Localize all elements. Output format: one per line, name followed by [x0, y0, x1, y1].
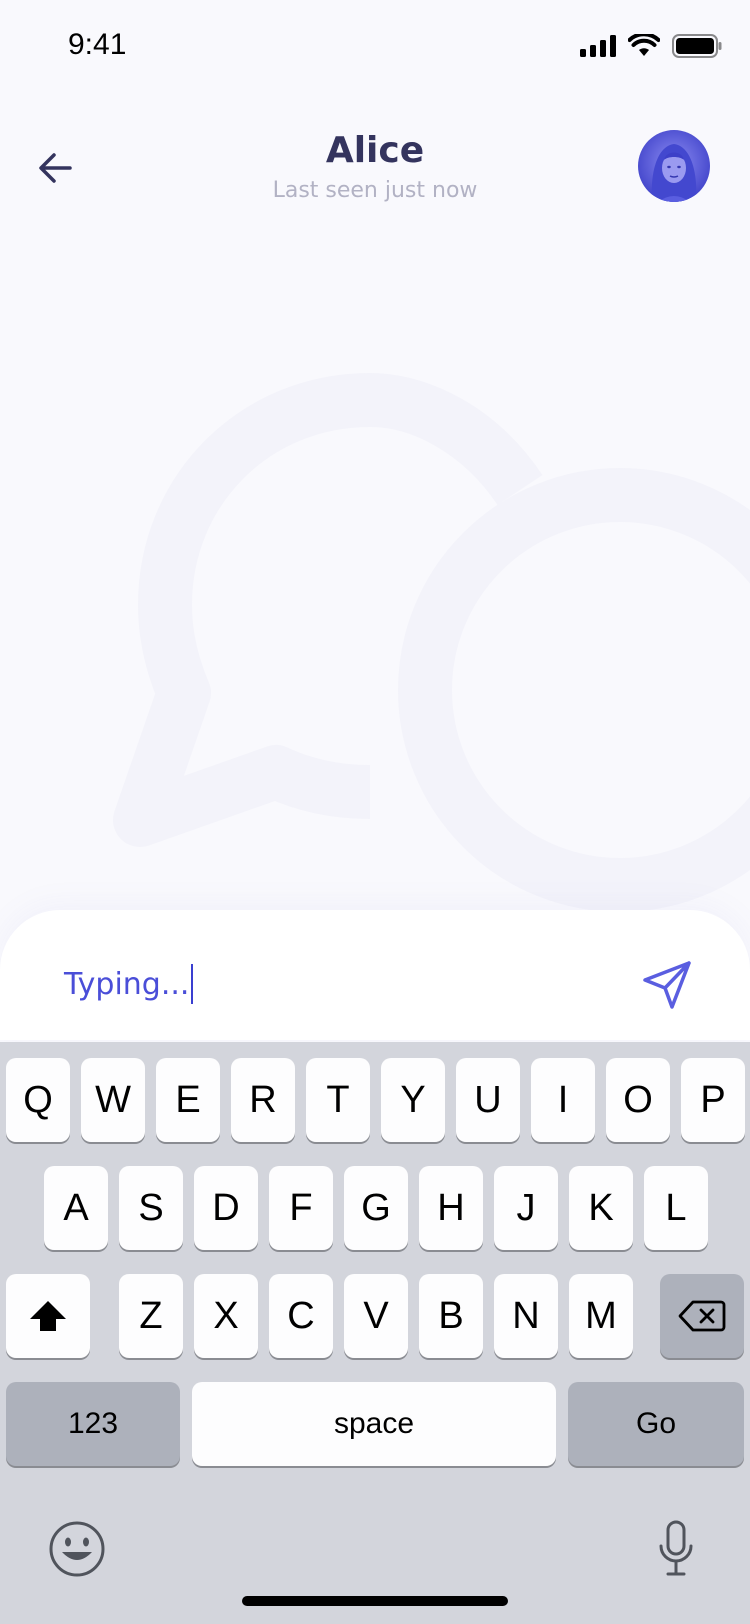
key-y[interactable]: Y — [381, 1058, 445, 1142]
microphone-icon[interactable] — [656, 1520, 696, 1578]
numbers-key[interactable]: 123 — [6, 1382, 180, 1466]
chat-header: Alice Last seen just now — [0, 110, 750, 220]
key-d[interactable]: D — [194, 1166, 258, 1250]
key-s[interactable]: S — [119, 1166, 183, 1250]
key-r[interactable]: R — [231, 1058, 295, 1142]
key-w[interactable]: W — [81, 1058, 145, 1142]
key-u[interactable]: U — [456, 1058, 520, 1142]
wifi-icon — [628, 34, 660, 56]
battery-icon — [672, 34, 722, 58]
backspace-icon — [678, 1300, 726, 1332]
shift-key[interactable] — [6, 1274, 90, 1358]
message-input-text: Typing... — [64, 966, 190, 1002]
send-icon[interactable] — [640, 958, 694, 1012]
signal-icon — [580, 35, 616, 57]
key-q[interactable]: Q — [6, 1058, 70, 1142]
key-j[interactable]: J — [494, 1166, 558, 1250]
key-g[interactable]: G — [344, 1166, 408, 1250]
key-l[interactable]: L — [644, 1166, 708, 1250]
key-z[interactable]: Z — [119, 1274, 183, 1358]
key-m[interactable]: M — [569, 1274, 633, 1358]
chat-bubbles-illustration — [113, 373, 750, 912]
avatar[interactable] — [638, 130, 710, 202]
key-n[interactable]: N — [494, 1274, 558, 1358]
key-t[interactable]: T — [306, 1058, 370, 1142]
key-v[interactable]: V — [344, 1274, 408, 1358]
key-k[interactable]: K — [569, 1166, 633, 1250]
shift-icon — [30, 1301, 66, 1331]
avatar-image — [638, 130, 710, 202]
key-x[interactable]: X — [194, 1274, 258, 1358]
key-e[interactable]: E — [156, 1058, 220, 1142]
key-c[interactable]: C — [269, 1274, 333, 1358]
key-a[interactable]: A — [44, 1166, 108, 1250]
message-composer: Typing... — [0, 910, 750, 1040]
key-i[interactable]: I — [531, 1058, 595, 1142]
key-p[interactable]: P — [681, 1058, 745, 1142]
space-key[interactable]: space — [192, 1382, 556, 1466]
status-time: 9:41 — [68, 28, 127, 61]
key-o[interactable]: O — [606, 1058, 670, 1142]
key-f[interactable]: F — [269, 1166, 333, 1250]
status-icons — [580, 34, 722, 58]
message-input[interactable]: Typing... — [64, 964, 194, 1004]
status-bar: 9:41 — [0, 0, 750, 96]
go-key[interactable]: Go — [568, 1382, 744, 1466]
last-seen-status: Last seen just now — [272, 178, 478, 203]
text-caret — [191, 964, 194, 1004]
emoji-icon[interactable] — [48, 1520, 106, 1578]
key-b[interactable]: B — [419, 1274, 483, 1358]
key-h[interactable]: H — [419, 1166, 483, 1250]
home-indicator[interactable] — [242, 1596, 508, 1606]
delete-key[interactable] — [660, 1274, 744, 1358]
keyboard: Q W E R T Y U I O P A S D F G H J K L Z … — [0, 1042, 750, 1624]
